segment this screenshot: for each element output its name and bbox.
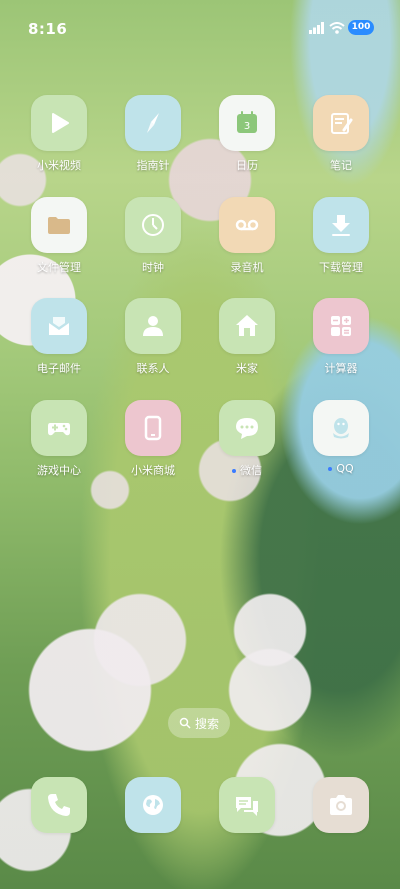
recorder-icon [235, 219, 259, 231]
app-label: 文件管理 [37, 261, 81, 274]
app-label: 米家 [236, 362, 258, 375]
calendar-icon: 3 [237, 111, 257, 133]
app-calculator[interactable]: 计算器 [299, 298, 383, 376]
app-recorder[interactable]: 录音机 [205, 197, 289, 275]
search-icon [179, 717, 191, 729]
contacts-icon [143, 316, 163, 336]
app-game-center[interactable]: 游戏中心 [17, 400, 101, 478]
phone-device-icon [144, 415, 162, 441]
app-label: 联系人 [136, 362, 170, 375]
app-mi-store[interactable]: 小米商城 [111, 400, 195, 478]
chat-bubble-icon [236, 418, 258, 439]
app-notes[interactable]: 笔记 [299, 95, 383, 173]
app-tile[interactable] [219, 197, 275, 253]
app-tile[interactable] [125, 298, 181, 354]
app-tile[interactable] [31, 777, 87, 833]
app-tile[interactable] [313, 197, 369, 253]
compass-icon [147, 113, 159, 133]
new-install-dot [328, 467, 333, 471]
home-icon [236, 315, 258, 336]
app-label: 计算器 [324, 362, 358, 375]
app-download-manager[interactable]: 下载管理 [299, 197, 383, 275]
battery-indicator: 100 [348, 20, 374, 35]
wifi-icon [329, 22, 345, 34]
app-wechat[interactable]: 微信 [205, 400, 289, 478]
app-email[interactable]: 电子邮件 [17, 298, 101, 376]
app-label: 小米视频 [37, 159, 81, 172]
app-tile[interactable] [31, 400, 87, 456]
app-label: 指南针 [136, 159, 170, 172]
app-tile[interactable] [125, 400, 181, 456]
app-tile[interactable] [219, 400, 275, 456]
mail-icon [49, 317, 69, 335]
app-calendar[interactable]: 3 日历 [205, 95, 289, 173]
dock-camera[interactable] [299, 777, 383, 833]
app-tile[interactable] [313, 95, 369, 151]
home-screen: 8:16 100 小米视频 指南针 3 日历 笔记 文件管理 时钟 录音机 下载… [0, 0, 400, 889]
dock-phone[interactable] [17, 777, 101, 833]
app-tile[interactable] [31, 95, 87, 151]
app-tile[interactable]: 3 [219, 95, 275, 151]
folder-icon [48, 217, 70, 234]
app-tile[interactable] [219, 298, 275, 354]
app-label: 小米商城 [131, 464, 175, 477]
app-tile[interactable] [31, 197, 87, 253]
gamepad-icon [48, 423, 70, 436]
app-label: 电子邮件 [37, 362, 81, 375]
app-tile[interactable] [313, 298, 369, 354]
new-install-dot [232, 469, 236, 473]
camera-icon [330, 795, 352, 815]
download-icon [332, 215, 350, 236]
app-mi-video[interactable]: 小米视频 [17, 95, 101, 173]
app-qq[interactable]: QQ [299, 400, 383, 475]
app-tile[interactable] [125, 95, 181, 151]
search-label: 搜索 [194, 716, 219, 731]
app-label: 下载管理 [319, 261, 363, 274]
app-clock[interactable]: 时钟 [111, 197, 195, 275]
dock-browser[interactable] [111, 777, 195, 833]
app-tile[interactable] [313, 777, 369, 833]
clock-time: 8:16 [28, 20, 68, 38]
status-bar: 8:16 100 [0, 0, 400, 54]
app-contacts[interactable]: 联系人 [111, 298, 195, 376]
clock-icon [142, 214, 164, 236]
app-label: 微信 [205, 462, 289, 478]
app-label: 游戏中心 [37, 464, 81, 477]
app-label: QQ [299, 462, 383, 475]
app-compass[interactable]: 指南针 [111, 95, 195, 173]
app-label: 录音机 [230, 261, 264, 274]
dock-messages[interactable] [205, 777, 289, 833]
app-tile[interactable] [125, 197, 181, 253]
app-label-text: QQ [336, 462, 354, 475]
app-label: 笔记 [330, 159, 352, 172]
messages-icon [236, 797, 258, 816]
calculator-icon [331, 316, 351, 336]
play-icon [52, 113, 69, 133]
app-label: 时钟 [142, 261, 164, 274]
browser-icon [143, 795, 163, 815]
qq-penguin-icon [333, 418, 349, 439]
app-tile[interactable] [125, 777, 181, 833]
app-mi-home[interactable]: 米家 [205, 298, 289, 376]
signal-icon [309, 22, 324, 34]
search-pill[interactable]: 搜索 [168, 708, 230, 738]
app-tile[interactable] [313, 400, 369, 456]
calendar-day: 3 [244, 121, 250, 132]
app-tile[interactable] [219, 777, 275, 833]
notes-icon [331, 113, 353, 134]
app-file-manager[interactable]: 文件管理 [17, 197, 101, 275]
app-tile[interactable] [31, 298, 87, 354]
app-label: 日历 [236, 159, 258, 172]
phone-icon [48, 794, 70, 816]
app-label-text: 微信 [240, 464, 262, 477]
